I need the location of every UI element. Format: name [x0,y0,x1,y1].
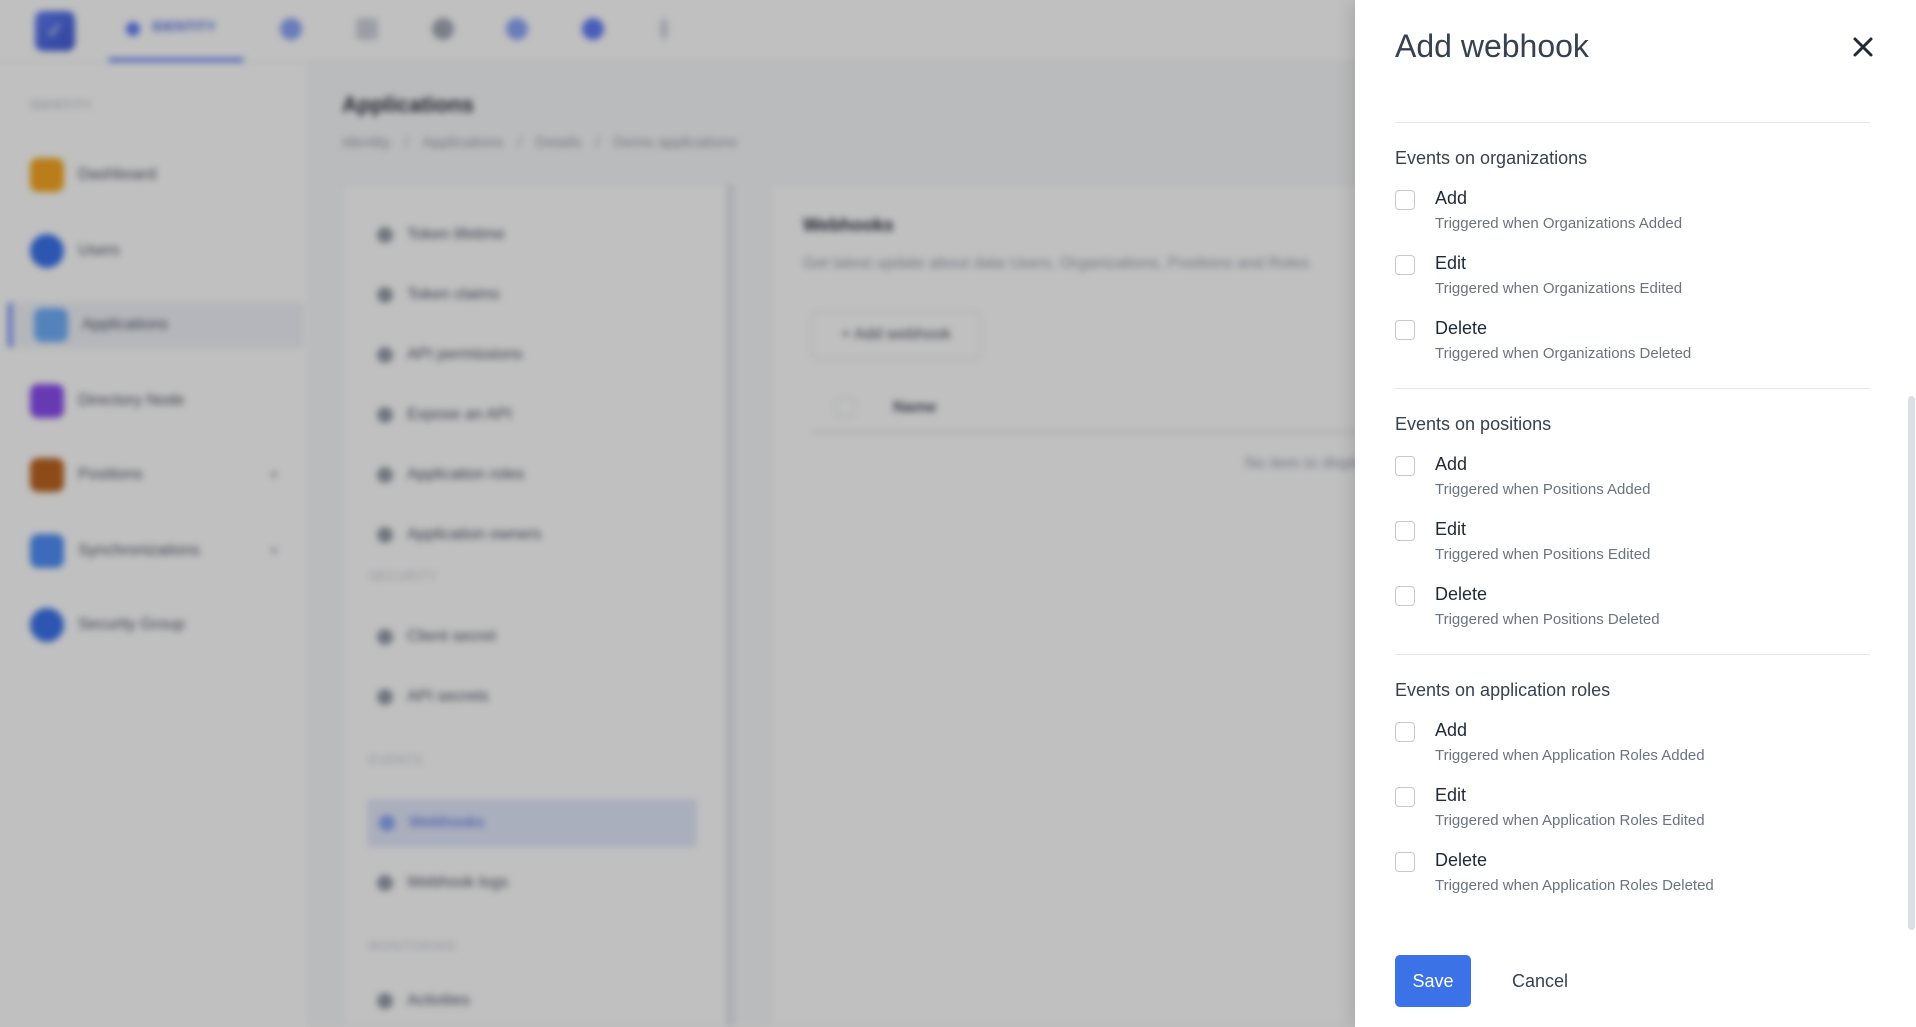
option-description: Triggered when Positions Edited [1435,546,1651,563]
section-title-positions: Events on positions [1395,414,1552,434]
scrollbar-thumb[interactable] [1908,396,1915,930]
option-description: Triggered when Application Roles Edited [1435,812,1705,829]
option-organizations-add: Add Triggered when Organizations Added [1395,188,1855,240]
option-label: Delete [1435,318,1488,338]
option-description: Triggered when Application Roles Deleted [1435,877,1714,894]
option-positions-add: Add Triggered when Positions Added [1395,454,1855,506]
close-icon [1853,37,1873,57]
checkbox-organizations-add[interactable] [1395,190,1415,210]
drawer-scrollbar[interactable] [1908,100,1916,930]
option-positions-delete: Delete Triggered when Positions Deleted [1395,584,1855,636]
save-button[interactable]: Save [1395,955,1471,1007]
checkbox-positions-add[interactable] [1395,456,1415,476]
section-divider [1395,388,1870,389]
section-divider [1395,122,1870,123]
drawer-title: Add webhook [1395,28,1589,64]
section-title-application-roles: Events on application roles [1395,680,1611,700]
option-description: Triggered when Organizations Deleted [1435,345,1692,362]
option-organizations-delete: Delete Triggered when Organizations Dele… [1395,318,1855,370]
checkbox-positions-edit[interactable] [1395,521,1415,541]
option-label: Edit [1435,253,1467,273]
cancel-button[interactable]: Cancel [1495,955,1585,1007]
checkbox-application-roles-edit[interactable] [1395,787,1415,807]
close-button[interactable] [1846,30,1880,64]
option-organizations-edit: Edit Triggered when Organizations Edited [1395,253,1855,305]
option-description: Triggered when Organizations Edited [1435,280,1683,297]
option-label: Delete [1435,850,1488,870]
option-description: Triggered when Positions Added [1435,481,1651,498]
checkbox-application-roles-add[interactable] [1395,722,1415,742]
checkbox-application-roles-delete[interactable] [1395,852,1415,872]
checkbox-positions-delete[interactable] [1395,586,1415,606]
option-application-roles-add: Add Triggered when Application Roles Add… [1395,720,1855,772]
section-title-organizations: Events on organizations [1395,148,1588,168]
section-divider [1395,654,1870,655]
option-description: Triggered when Organizations Added [1435,215,1683,232]
option-application-roles-edit: Edit Triggered when Application Roles Ed… [1395,785,1855,837]
option-application-roles-delete: Delete Triggered when Application Roles … [1395,850,1855,902]
option-description: Triggered when Application Roles Added [1435,747,1705,764]
option-label: Edit [1435,519,1467,539]
checkbox-organizations-delete[interactable] [1395,320,1415,340]
option-label: Add [1435,188,1468,208]
checkbox-organizations-edit[interactable] [1395,255,1415,275]
option-description: Triggered when Positions Deleted [1435,611,1660,628]
option-label: Delete [1435,584,1488,604]
option-label: Add [1435,720,1468,740]
add-webhook-drawer: Add webhook Events on organizations Add … [1355,0,1916,1027]
option-label: Edit [1435,785,1467,805]
option-positions-edit: Edit Triggered when Positions Edited [1395,519,1855,571]
option-label: Add [1435,454,1468,474]
